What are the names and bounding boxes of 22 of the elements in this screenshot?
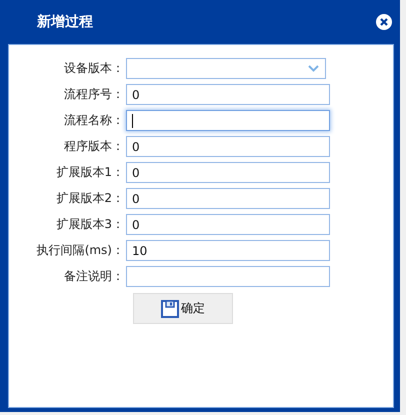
input-field[interactable]: 0 bbox=[126, 84, 330, 105]
field-label: 流程名称： bbox=[63, 112, 125, 129]
field-label: 扩展版本2： bbox=[55, 190, 125, 207]
input-field[interactable]: 0 bbox=[126, 162, 330, 183]
input-field[interactable] bbox=[126, 266, 330, 287]
field-label: 设备版本： bbox=[63, 60, 125, 77]
close-icon[interactable] bbox=[376, 14, 392, 30]
field-label: 执行间隔(ms)： bbox=[36, 242, 125, 259]
confirm-button[interactable]: 确定 bbox=[133, 293, 233, 324]
window-title: 新增过程 bbox=[37, 13, 93, 31]
input-field[interactable]: 0 bbox=[126, 188, 330, 209]
input-field[interactable]: 0 bbox=[126, 214, 330, 235]
field-label: 程序版本： bbox=[63, 138, 125, 155]
dropdown-field[interactable] bbox=[126, 58, 326, 79]
input-field[interactable] bbox=[126, 110, 330, 131]
field-label: 扩展版本3： bbox=[55, 216, 125, 233]
field-label: 备注说明： bbox=[63, 268, 125, 285]
input-field[interactable]: 10 bbox=[126, 240, 330, 261]
field-label: 扩展版本1： bbox=[55, 164, 125, 181]
field-label: 流程序号： bbox=[63, 86, 125, 103]
chevron-down-icon bbox=[308, 65, 319, 72]
input-field[interactable]: 0 bbox=[126, 136, 330, 157]
